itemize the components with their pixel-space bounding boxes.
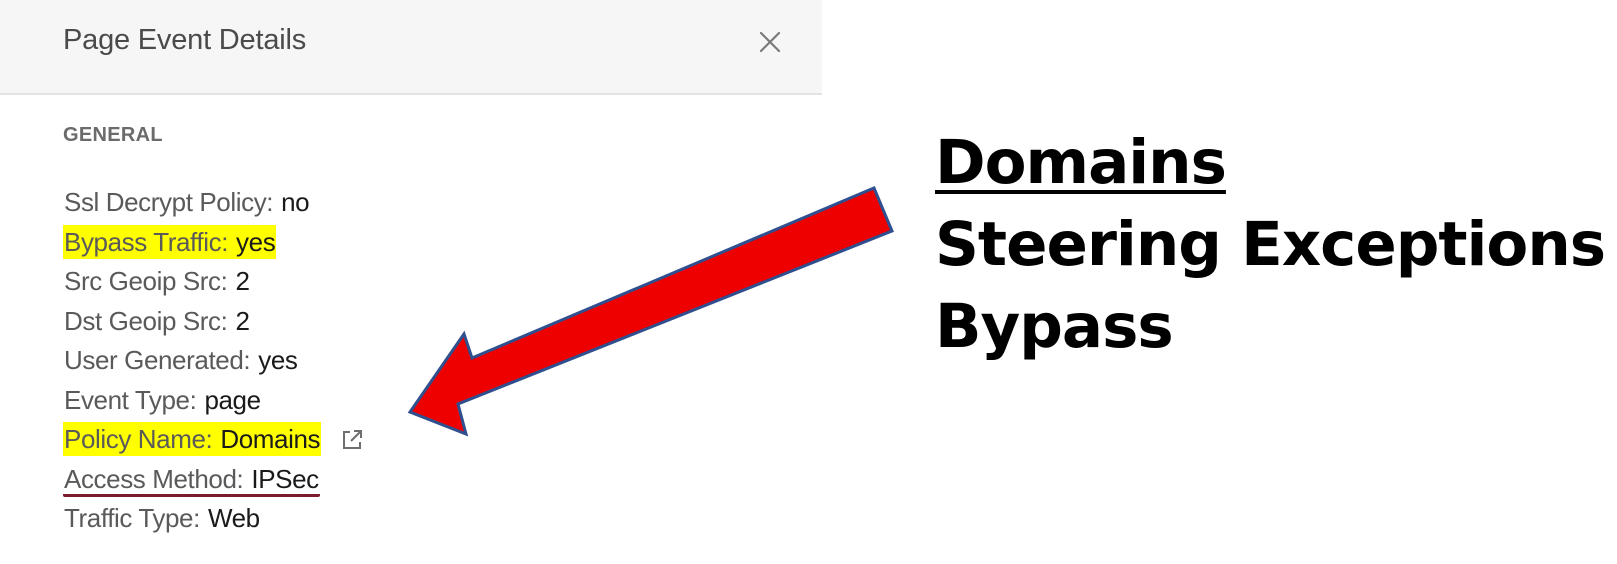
field-value: 2 (235, 305, 250, 336)
section-title-general: GENERAL (63, 124, 163, 146)
annotation-line-steering-exceptions: Steering Exceptions (935, 209, 1606, 280)
annotation-line-bypass: Bypass (935, 291, 1174, 362)
field-wrap: User Generated: yes (63, 343, 298, 377)
field-wrap: Dst Geoip Src: 2 (63, 304, 251, 338)
field-value: 2 (235, 266, 250, 296)
field-policy-name: Policy Name: Domains (63, 420, 365, 460)
open-policy-button[interactable] (339, 425, 365, 451)
field-traffic-type: Traffic Type: Web (63, 499, 365, 539)
field-value: IPSec (251, 463, 319, 494)
external-link-icon (343, 430, 363, 450)
page-title: Page Event Details (63, 24, 307, 56)
field-label: Policy Name: (64, 424, 213, 454)
close-button[interactable] (752, 24, 788, 60)
field-user-generated: User Generated: yes (63, 341, 365, 381)
field-event-type: Event Type: page (63, 381, 365, 421)
field-label: Traffic Type: (64, 503, 200, 533)
field-label: Access Method: (64, 463, 244, 494)
policy-name-link[interactable]: Domains (220, 424, 320, 454)
field-bypass-traffic: Bypass Traffic: yes (63, 223, 365, 263)
event-details-panel: Page Event Details GENERAL Ssl Decrypt P… (0, 0, 822, 564)
field-label: User Generated: (64, 345, 251, 375)
field-wrap: Ssl Decrypt Policy: no (63, 185, 310, 219)
field-wrap: Event Type: page (63, 383, 262, 417)
field-access-method: Access Method: IPSec (63, 460, 365, 500)
field-ssl-decrypt-policy: Ssl Decrypt Policy: no (63, 183, 365, 223)
underline-marker: Access Method: IPSec (63, 464, 320, 497)
field-value: Web (207, 503, 260, 533)
highlight-marker: Policy Name: Domains (63, 422, 322, 456)
screenshot-stage: Page Event Details GENERAL Ssl Decrypt P… (0, 0, 1617, 564)
field-label: Event Type: (64, 384, 197, 415)
annotation-callout: Domains Steering Exceptions Bypass (935, 122, 1606, 368)
panel-header: Page Event Details (0, 0, 822, 95)
field-value: yes (236, 226, 276, 257)
field-value: no (281, 187, 310, 217)
field-src-geoip-src: Src Geoip Src: 2 (63, 262, 365, 302)
highlight-marker: Bypass Traffic: yes (63, 224, 277, 259)
field-dst-geoip-src: Dst Geoip Src: 2 (63, 302, 365, 342)
field-label: Bypass Traffic: (64, 226, 229, 257)
field-value: yes (258, 345, 298, 375)
field-wrap: Src Geoip Src: 2 (63, 264, 251, 298)
field-label: Dst Geoip Src: (64, 305, 228, 336)
details-list: Ssl Decrypt Policy: no Bypass Traffic: yes… (63, 183, 365, 539)
field-label: Src Geoip Src: (64, 266, 228, 296)
field-label: Ssl Decrypt Policy: (64, 187, 274, 217)
annotation-line-domains: Domains (935, 127, 1227, 198)
field-wrap: Traffic Type: Web (63, 501, 261, 535)
field-value: page (204, 384, 261, 415)
close-icon (759, 31, 781, 53)
